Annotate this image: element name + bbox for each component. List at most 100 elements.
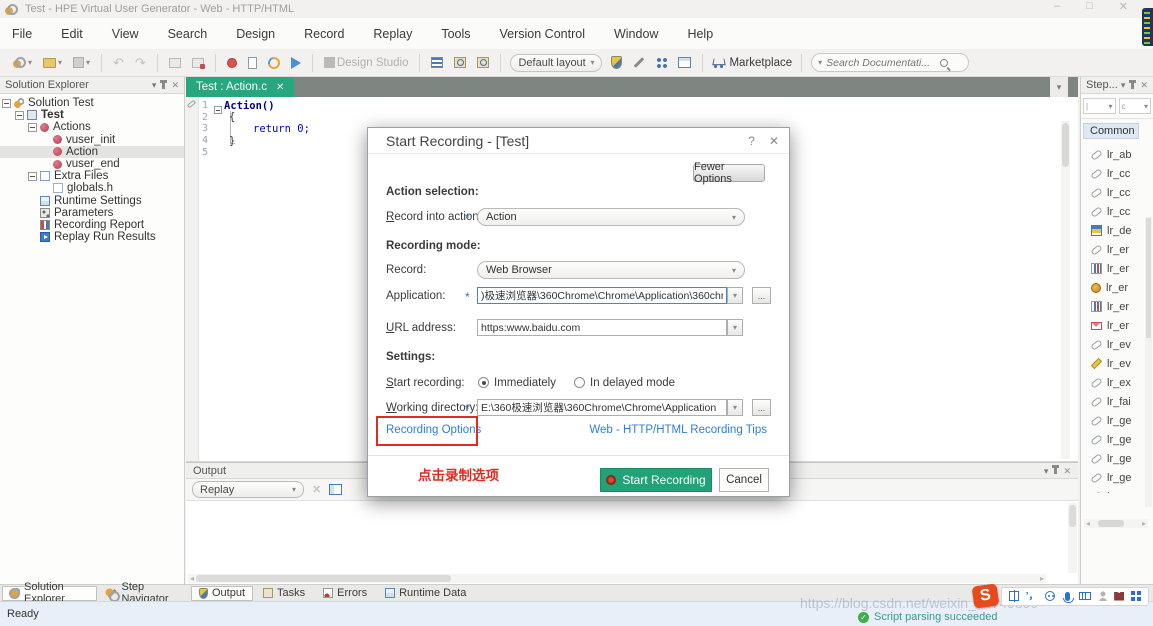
steps-category-select[interactable]: c▾ — [1119, 98, 1152, 114]
ime-microphone-icon[interactable] — [1065, 592, 1070, 601]
step-function-item[interactable]: lr_er — [1081, 316, 1153, 335]
scrollbar-thumb[interactable] — [196, 575, 451, 582]
application-browse-button[interactable]: ... — [752, 287, 771, 304]
recording-tips-link[interactable]: Web - HTTP/HTML Recording Tips — [589, 424, 767, 436]
window-layout-button[interactable] — [676, 55, 693, 70]
chevron-down-icon[interactable]: ▾ — [58, 58, 62, 67]
dock-tab[interactable]: Runtime Data — [377, 586, 474, 601]
close-icon[interactable] — [171, 79, 179, 91]
steps-vertical-scrollbar[interactable] — [1145, 217, 1152, 507]
search-input[interactable] — [826, 57, 936, 69]
search-icon[interactable] — [940, 59, 948, 67]
chevron-down-icon[interactable]: ▾ — [28, 58, 32, 67]
apps-button[interactable] — [654, 55, 669, 70]
start-recording-button[interactable]: Start Recording — [600, 468, 712, 492]
working-directory-dropdown-button[interactable]: ▾ — [727, 399, 743, 416]
application-dropdown-button[interactable]: ▾ — [727, 287, 743, 304]
working-directory-browse-button[interactable]: ... — [752, 399, 771, 416]
url-input[interactable] — [478, 322, 726, 334]
scrollbar-thumb[interactable] — [1146, 218, 1151, 338]
step-function-item[interactable]: lr_ev — [1081, 335, 1153, 354]
menu-item[interactable]: Help — [687, 27, 713, 41]
step-function-item[interactable]: lr_ex — [1081, 373, 1153, 392]
tree-row[interactable]: Action — [0, 146, 184, 158]
working-directory-input[interactable] — [478, 402, 726, 414]
protocol-button[interactable] — [609, 54, 624, 71]
dock-tab[interactable]: Step Navigator — [99, 586, 186, 601]
menu-item[interactable]: Search — [168, 27, 208, 41]
chevron-down-icon[interactable] — [152, 79, 157, 91]
step-function-item[interactable]: lr_cc — [1081, 202, 1153, 221]
menu-item[interactable]: Tools — [441, 27, 470, 41]
ime-emoji-icon[interactable] — [1045, 591, 1055, 601]
scrollbar-thumb[interactable] — [1069, 505, 1076, 527]
undo-button[interactable]: ↶ — [111, 55, 126, 70]
dialog-title-bar[interactable]: Start Recording - [Test] ? ✕ — [368, 128, 789, 154]
dock-tab[interactable]: Output — [191, 586, 253, 601]
menu-item[interactable]: Replay — [373, 27, 412, 41]
menu-item[interactable]: View — [112, 27, 139, 41]
open-button[interactable]: ▾ — [41, 56, 64, 70]
expander-icon[interactable] — [28, 172, 37, 181]
tree-row[interactable]: Extra Files — [0, 170, 184, 182]
step-function-item[interactable]: lr_er — [1081, 297, 1153, 316]
step-function-item[interactable]: lr_ge — [1081, 411, 1153, 430]
tree-row[interactable]: globals.h — [0, 182, 184, 194]
delayed-mode-radio[interactable] — [574, 377, 585, 388]
step-function-item[interactable]: lr_de — [1081, 221, 1153, 240]
chevron-down-icon[interactable]: ▾ — [818, 58, 822, 67]
step-function-item[interactable]: lr_ab — [1081, 145, 1153, 164]
menu-item[interactable]: Version Control — [500, 27, 585, 41]
fold-toggle-icon[interactable] — [214, 106, 222, 114]
find-button[interactable] — [452, 55, 468, 70]
snapshot-button[interactable] — [167, 56, 183, 70]
find-next-button[interactable] — [475, 55, 491, 70]
application-input[interactable] — [478, 290, 726, 302]
ime-toolbox-icon[interactable] — [1131, 591, 1141, 601]
step-function-item[interactable]: lr_cc — [1081, 164, 1153, 183]
tab-list-button[interactable] — [1050, 77, 1068, 97]
step-function-item[interactable]: lr_ge — [1081, 468, 1153, 487]
record-button[interactable] — [225, 56, 239, 70]
chevron-down-icon[interactable] — [1044, 465, 1049, 477]
maximize-button[interactable]: □ — [1086, 0, 1093, 13]
compile-button[interactable] — [246, 55, 259, 71]
close-icon[interactable] — [1140, 79, 1148, 91]
step-function-item[interactable]: lr_er — [1081, 278, 1153, 297]
step-function-item[interactable]: lr_ge — [1081, 449, 1153, 468]
layout-select[interactable]: Default layout▾ — [510, 54, 602, 72]
scrollbar-thumb[interactable] — [1098, 520, 1124, 527]
dock-tab[interactable]: Tasks — [255, 586, 313, 601]
code-line[interactable]: 1 Action() — [186, 100, 1078, 112]
close-icon[interactable] — [1063, 465, 1071, 477]
pin-icon[interactable] — [162, 82, 165, 89]
scroll-right-icon[interactable]: ▸ — [1140, 519, 1148, 528]
dialog-close-button[interactable]: ✕ — [769, 134, 779, 148]
tree-row[interactable]: Test — [0, 109, 184, 121]
expander-icon[interactable] — [28, 123, 37, 132]
output-horizontal-scrollbar[interactable]: ◂ ▸ — [188, 574, 1046, 583]
menu-item[interactable]: Window — [614, 27, 658, 41]
redo-button[interactable]: ↷ — [133, 55, 148, 70]
menu-item[interactable]: Design — [236, 27, 275, 41]
expander-icon[interactable] — [15, 111, 24, 120]
toggle-panel-icon[interactable] — [329, 484, 342, 495]
tree-row[interactable]: Replay Run Results — [0, 231, 184, 243]
chevron-down-icon[interactable]: ▾ — [86, 58, 90, 67]
scroll-left-icon[interactable]: ◂ — [1084, 519, 1092, 528]
tree-row[interactable]: Solution Test — [0, 97, 184, 109]
editor-tab-action-c[interactable]: Test : Action.c — [186, 77, 294, 97]
steps-section-common[interactable]: Common — [1083, 123, 1139, 139]
new-script-button[interactable]: ▾ — [6, 55, 34, 70]
close-button[interactable]: ✕ — [1119, 0, 1128, 13]
replay-button[interactable] — [289, 55, 303, 71]
editor-vertical-scrollbar[interactable] — [1061, 121, 1070, 459]
design-studio-button[interactable]: Design Studio — [322, 55, 411, 71]
tree-row[interactable]: vuser_end — [0, 158, 184, 170]
regenerate-button[interactable] — [266, 55, 282, 71]
step-function-item[interactable]: lr_er — [1081, 259, 1153, 278]
step-function-item[interactable]: lr_er — [1081, 240, 1153, 259]
record-select[interactable]: Web Browser ▾ — [477, 261, 745, 279]
pin-icon[interactable] — [1131, 82, 1134, 89]
steps-horizontal-scrollbar[interactable]: ◂ ▸ — [1084, 519, 1148, 528]
